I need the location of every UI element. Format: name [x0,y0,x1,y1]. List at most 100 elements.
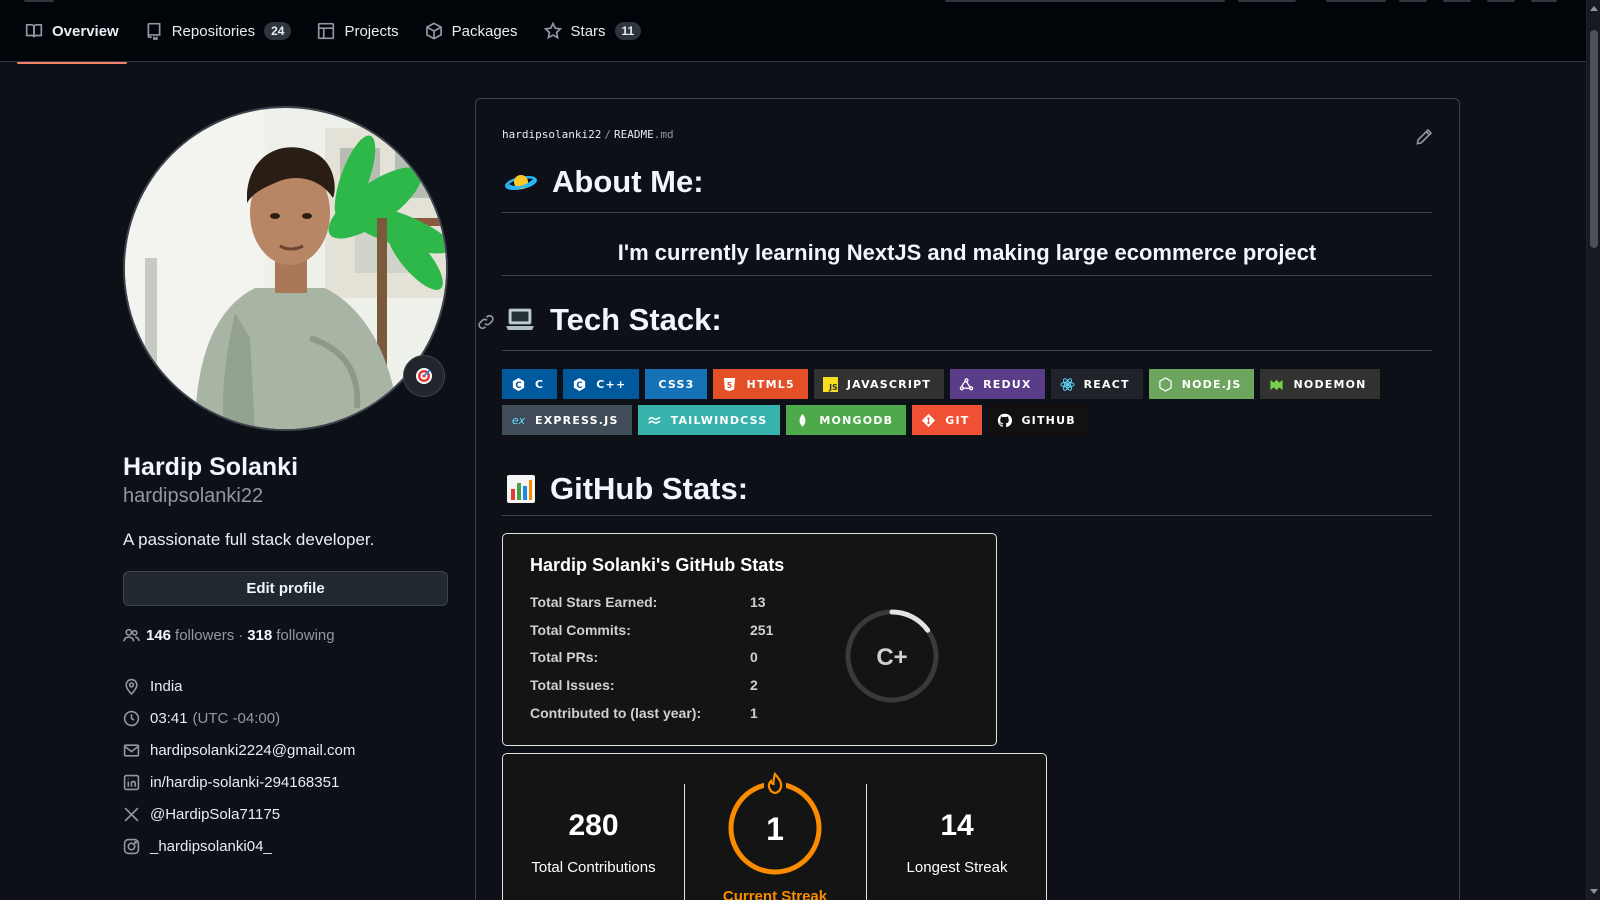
current-streak-ring: 1 [728,771,822,875]
badge-c[interactable]: C C [502,369,558,399]
badge-redux[interactable]: REDUX [950,369,1045,399]
longest-streak-col: 14 Longest Streak [866,809,1048,876]
tab-label: Stars [570,22,606,40]
tab-repositories[interactable]: Repositories 24 [137,14,300,50]
streak-stats-card[interactable]: 280 Total Contributions 1 Current Streak… [502,753,1047,900]
badge-label: CSS3 [658,377,695,391]
linkedin-icon [123,774,140,790]
readme-owner-link[interactable]: hardipsolanki22 [502,128,601,141]
badge-expressjs[interactable]: ex EXPRESS.JS [502,405,632,435]
redux-logo-icon [959,377,974,392]
badge-git[interactable]: GIT [912,405,983,435]
linkedin-link[interactable]: in/hardip-solanki-294168351 [150,774,339,791]
c-logo-icon: C [511,377,526,392]
mail-icon [123,743,140,757]
stat-row: Total Issues: 2 [530,677,758,693]
planet-emoji-icon [505,175,537,191]
edit-profile-button[interactable]: Edit profile [123,571,448,606]
github-stats-heading-text: GitHub Stats: [550,471,749,506]
email-link[interactable]: hardipsolanki2224@gmail.com [150,742,355,759]
tab-label: Packages [451,22,518,40]
following-link[interactable]: following [276,627,334,644]
scrollbar-thumb[interactable] [1590,30,1598,248]
tab-overview[interactable]: Overview [17,14,127,64]
followers-link[interactable]: followers [175,627,234,644]
react-logo-icon [1060,377,1075,392]
followers-count[interactable]: 146 [146,627,171,644]
tech-stack-heading-text: Tech Stack: [550,302,722,337]
tab-projects[interactable]: Projects [309,14,406,50]
stat-label: Total Stars Earned: [530,594,658,610]
badge-javascript[interactable]: JS JAVASCRIPT [813,369,945,399]
star-icon [543,22,562,40]
following-count[interactable]: 318 [247,627,272,644]
badge-label: HTML5 [746,377,795,391]
git-logo-icon [921,413,936,428]
location-text: India [150,677,183,695]
local-time-item: 03:41 (UTC -04:00) [123,702,355,734]
instagram-link[interactable]: _hardipsolanki04_ [150,838,272,855]
instagram-icon [123,838,140,854]
badge-label: C [535,377,545,391]
divider [502,350,1432,351]
status-emoji-button[interactable] [403,355,445,397]
link-icon[interactable] [477,313,495,331]
github-stats-heading: GitHub Stats: [506,471,748,507]
badge-cpp[interactable]: C C++ [563,369,640,399]
stat-row: Total Commits: 251 [530,622,773,638]
tab-label: Repositories [171,22,256,40]
tab-label: Overview [52,22,119,40]
badge-label: GITHUB [1021,413,1076,427]
current-streak-label: Current Streak [722,888,828,900]
badge-nodejs[interactable]: NODE.JS [1148,369,1255,399]
svg-text:C: C [577,379,583,389]
twitter-link[interactable]: @HardipSola71175 [150,806,280,823]
readme-file-link[interactable]: README [614,128,654,141]
learning-text: I'm currently learning NextJS and making… [617,240,1317,265]
about-heading: About Me: [504,164,704,200]
badge-tailwindcss[interactable]: TAILWINDCSS [637,405,781,435]
stat-label: Total Issues: [530,677,615,693]
badge-label: C++ [596,377,627,391]
tab-label: Projects [344,22,399,40]
total-contributions-label: Total Contributions [531,859,656,876]
badge-github[interactable]: GITHUB [988,405,1089,435]
github-stats-card[interactable]: Hardip Solanki's GitHub Stats Total Star… [502,533,997,746]
stars-count-badge: 11 [614,22,642,40]
scroll-up-arrow-icon[interactable] [1590,6,1598,11]
edit-pencil-icon[interactable] [1415,128,1433,146]
repository-count-badge: 24 [264,22,292,40]
badge-html5[interactable]: 5 HTML5 [713,369,808,399]
nodejs-logo-icon [1158,376,1173,392]
badge-mongodb[interactable]: MONGODB [786,405,907,435]
book-icon [25,23,43,38]
linkedin-item: in/hardip-solanki-294168351 [123,766,355,798]
package-icon [425,22,442,40]
cpp-logo-icon: C [572,377,587,392]
mongodb-logo-icon [795,413,810,428]
vertical-scrollbar[interactable] [1586,0,1600,900]
header-remnant [24,0,54,2]
repo-icon [147,22,161,40]
scroll-down-arrow-icon[interactable] [1590,889,1598,894]
badge-css3[interactable]: CSS3 [645,369,708,399]
badge-react[interactable]: REACT [1050,369,1143,399]
table-icon [318,22,335,40]
badge-label: TAILWINDCSS [670,413,768,427]
divider [502,275,1432,276]
html5-logo-icon: 5 [722,377,737,392]
express-logo-icon: ex [511,413,526,427]
people-icon [123,628,140,642]
tech-stack-heading: Tech Stack: [504,302,722,338]
avatar[interactable] [123,106,448,431]
badge-label: JAVASCRIPT [846,377,932,391]
svg-text:C: C [515,379,521,389]
separator-dot: · [238,627,244,644]
readme-extension: .md [653,128,674,141]
svg-text:5: 5 [727,380,732,389]
readme-path: hardipsolanki22/README.md [502,128,674,141]
tab-stars[interactable]: Stars 11 [536,14,650,50]
tab-packages[interactable]: Packages [417,14,526,50]
twitter-item: @HardipSola71175 [123,798,355,830]
badge-nodemon[interactable]: NODEMON [1260,369,1380,399]
